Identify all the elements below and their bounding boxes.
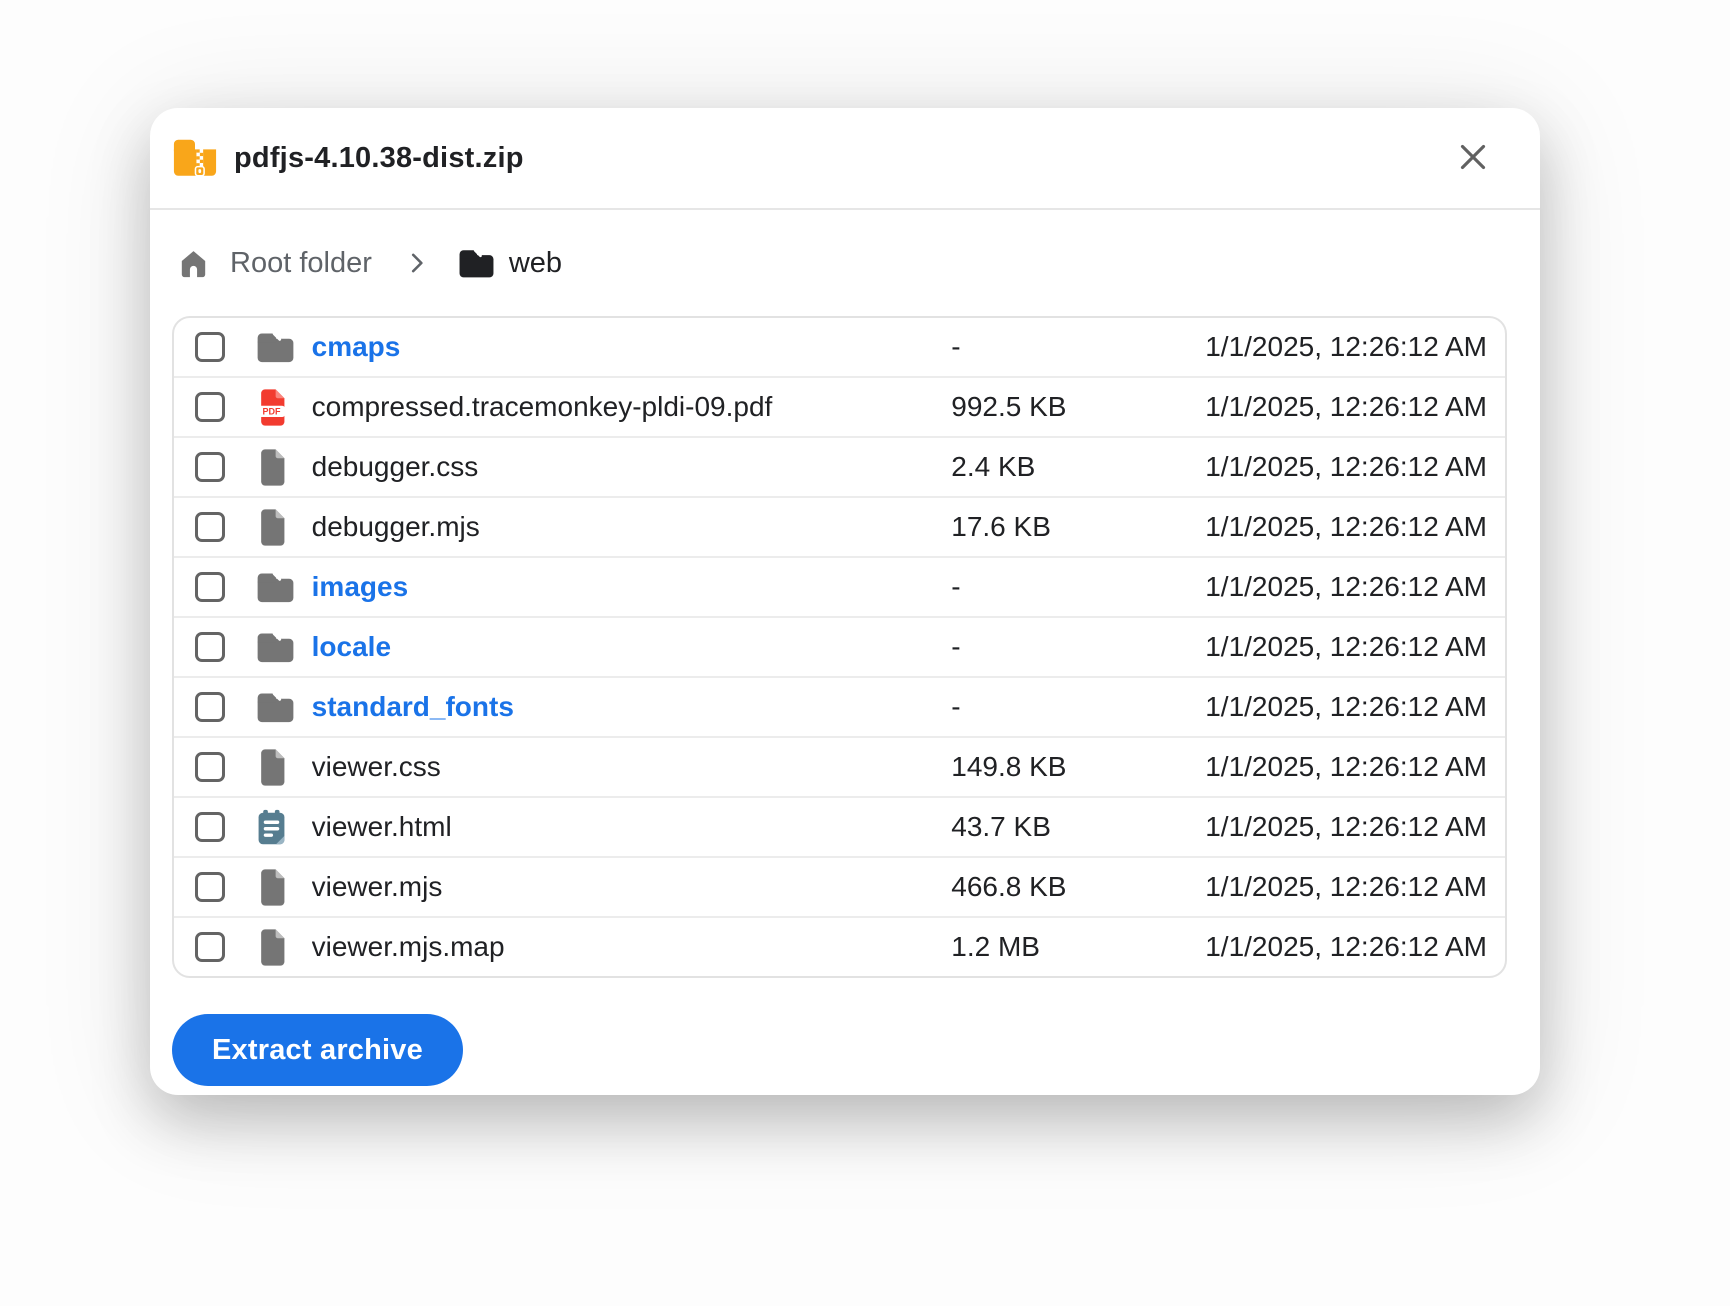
file-name[interactable]: standard_fonts bbox=[312, 691, 952, 723]
file-name[interactable]: images bbox=[312, 571, 952, 603]
file-size: 17.6 KB bbox=[951, 511, 1205, 543]
file-size: - bbox=[951, 331, 1205, 363]
file-size: 43.7 KB bbox=[951, 811, 1205, 843]
checkbox-cell bbox=[174, 932, 256, 962]
file-icon bbox=[256, 449, 312, 486]
checkbox-cell bbox=[174, 512, 256, 542]
chevron-right-icon bbox=[404, 250, 430, 276]
checkbox-cell bbox=[174, 692, 256, 722]
checkbox-cell bbox=[174, 572, 256, 602]
zip-folder-icon bbox=[172, 138, 218, 178]
table-row[interactable]: locale - 1/1/2025, 12:26:12 AM bbox=[174, 616, 1505, 676]
file-size: 2.4 KB bbox=[951, 451, 1205, 483]
extract-archive-button[interactable]: Extract archive bbox=[172, 1014, 463, 1086]
checkbox-cell bbox=[174, 452, 256, 482]
file-modified: 1/1/2025, 12:26:12 AM bbox=[1205, 811, 1505, 843]
checkbox-cell bbox=[174, 632, 256, 662]
folder-icon bbox=[458, 248, 495, 279]
breadcrumb-label: web bbox=[509, 247, 562, 280]
breadcrumb-label: Root folder bbox=[230, 247, 372, 280]
file-icon bbox=[256, 749, 312, 786]
file-size: 1.2 MB bbox=[951, 931, 1205, 963]
file-modified: 1/1/2025, 12:26:12 AM bbox=[1205, 931, 1505, 963]
table-row[interactable]: cmaps - 1/1/2025, 12:26:12 AM bbox=[174, 318, 1505, 376]
pdf-file-icon: PDF bbox=[256, 389, 312, 426]
row-checkbox[interactable] bbox=[195, 632, 225, 662]
row-checkbox[interactable] bbox=[195, 692, 225, 722]
row-checkbox[interactable] bbox=[195, 752, 225, 782]
file-modified: 1/1/2025, 12:26:12 AM bbox=[1205, 571, 1505, 603]
file-name: compressed.tracemonkey-pldi-09.pdf bbox=[312, 391, 952, 423]
table-row[interactable]: viewer.mjs.map 1.2 MB 1/1/2025, 12:26:12… bbox=[174, 916, 1505, 976]
folder-icon bbox=[256, 571, 312, 604]
zip-viewer-dialog: pdfjs-4.10.38-dist.zip Root folder bbox=[150, 108, 1540, 1095]
row-checkbox[interactable] bbox=[195, 452, 225, 482]
file-size: - bbox=[951, 571, 1205, 603]
file-modified: 1/1/2025, 12:26:12 AM bbox=[1205, 691, 1505, 723]
file-name[interactable]: cmaps bbox=[312, 331, 952, 363]
folder-icon bbox=[256, 691, 312, 724]
table-row[interactable]: images - 1/1/2025, 12:26:12 AM bbox=[174, 556, 1505, 616]
row-checkbox[interactable] bbox=[195, 812, 225, 842]
file-icon bbox=[256, 509, 312, 546]
close-icon bbox=[1455, 139, 1491, 178]
file-name[interactable]: locale bbox=[312, 631, 952, 663]
table-row[interactable]: debugger.mjs 17.6 KB 1/1/2025, 12:26:12 … bbox=[174, 496, 1505, 556]
file-size: - bbox=[951, 691, 1205, 723]
file-size: 466.8 KB bbox=[951, 871, 1205, 903]
file-name: viewer.mjs.map bbox=[312, 931, 952, 963]
row-checkbox[interactable] bbox=[195, 332, 225, 362]
svg-text:PDF: PDF bbox=[263, 406, 282, 416]
row-checkbox[interactable] bbox=[195, 872, 225, 902]
file-name: viewer.css bbox=[312, 751, 952, 783]
file-size: 992.5 KB bbox=[951, 391, 1205, 423]
breadcrumb: Root folder web bbox=[150, 210, 1540, 316]
checkbox-cell bbox=[174, 872, 256, 902]
checkbox-cell bbox=[174, 332, 256, 362]
file-size: - bbox=[951, 631, 1205, 663]
breadcrumb-current-folder: web bbox=[458, 247, 562, 280]
file-modified: 1/1/2025, 12:26:12 AM bbox=[1205, 511, 1505, 543]
folder-icon bbox=[256, 331, 312, 364]
dialog-header: pdfjs-4.10.38-dist.zip bbox=[150, 108, 1540, 210]
file-name: viewer.mjs bbox=[312, 871, 952, 903]
file-size: 149.8 KB bbox=[951, 751, 1205, 783]
row-checkbox[interactable] bbox=[195, 932, 225, 962]
table-row[interactable]: viewer.html 43.7 KB 1/1/2025, 12:26:12 A… bbox=[174, 796, 1505, 856]
file-icon bbox=[256, 929, 312, 966]
checkbox-cell bbox=[174, 812, 256, 842]
row-checkbox[interactable] bbox=[195, 572, 225, 602]
file-name: debugger.mjs bbox=[312, 511, 952, 543]
close-button[interactable] bbox=[1448, 133, 1498, 183]
row-checkbox[interactable] bbox=[195, 512, 225, 542]
file-name: viewer.html bbox=[312, 811, 952, 843]
folder-icon bbox=[256, 631, 312, 664]
file-icon bbox=[256, 869, 312, 906]
checkbox-cell bbox=[174, 392, 256, 422]
table-row[interactable]: debugger.css 2.4 KB 1/1/2025, 12:26:12 A… bbox=[174, 436, 1505, 496]
html-file-icon bbox=[256, 809, 312, 846]
table-row[interactable]: standard_fonts - 1/1/2025, 12:26:12 AM bbox=[174, 676, 1505, 736]
table-row[interactable]: viewer.css 149.8 KB 1/1/2025, 12:26:12 A… bbox=[174, 736, 1505, 796]
file-modified: 1/1/2025, 12:26:12 AM bbox=[1205, 871, 1505, 903]
file-modified: 1/1/2025, 12:26:12 AM bbox=[1205, 331, 1505, 363]
file-modified: 1/1/2025, 12:26:12 AM bbox=[1205, 451, 1505, 483]
file-table: cmaps - 1/1/2025, 12:26:12 AM PDF compre… bbox=[172, 316, 1507, 978]
file-modified: 1/1/2025, 12:26:12 AM bbox=[1205, 391, 1505, 423]
file-name: debugger.css bbox=[312, 451, 952, 483]
breadcrumb-root-folder[interactable]: Root folder bbox=[177, 247, 372, 280]
table-row[interactable]: viewer.mjs 466.8 KB 1/1/2025, 12:26:12 A… bbox=[174, 856, 1505, 916]
home-icon bbox=[177, 247, 210, 280]
archive-title: pdfjs-4.10.38-dist.zip bbox=[234, 142, 524, 175]
file-modified: 1/1/2025, 12:26:12 AM bbox=[1205, 631, 1505, 663]
checkbox-cell bbox=[174, 752, 256, 782]
row-checkbox[interactable] bbox=[195, 392, 225, 422]
file-modified: 1/1/2025, 12:26:12 AM bbox=[1205, 751, 1505, 783]
table-row[interactable]: PDF compressed.tracemonkey-pldi-09.pdf 9… bbox=[174, 376, 1505, 436]
